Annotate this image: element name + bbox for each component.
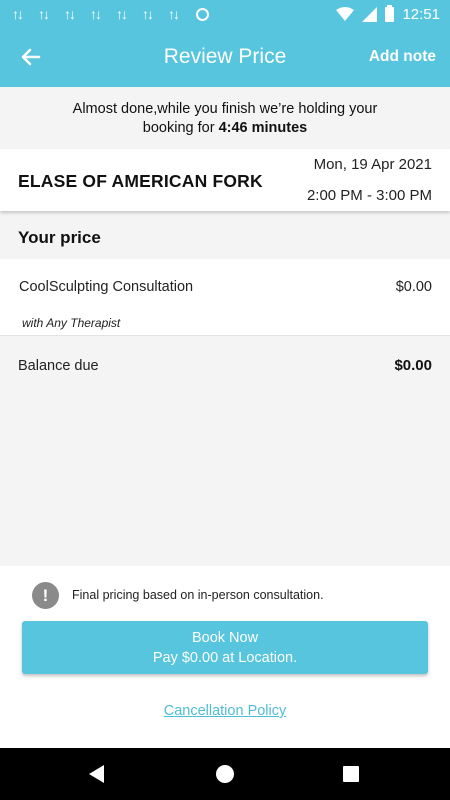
service-price: $0.00 bbox=[395, 279, 432, 295]
service-therapist: with Any Therapist bbox=[22, 316, 121, 330]
checkout-panel: ! Final pricing based on in-person consu… bbox=[0, 566, 450, 748]
pricing-note: Final pricing based on in-person consult… bbox=[72, 588, 324, 602]
nav-recents-icon[interactable] bbox=[343, 766, 359, 782]
balance-label: Balance due bbox=[18, 358, 99, 374]
price-section-title: Your price bbox=[18, 228, 101, 247]
hold-banner: Almost done,while you finish we’re holdi… bbox=[0, 87, 450, 149]
price-section-header: Your price bbox=[0, 218, 450, 259]
service-name: CoolSculpting Consultation bbox=[19, 279, 194, 295]
hold-message-line2: booking for 4:46 minutes bbox=[0, 119, 450, 138]
nav-back-icon[interactable] bbox=[89, 765, 104, 783]
circle-icon bbox=[196, 7, 209, 21]
book-now-label: Book Now bbox=[191, 630, 259, 646]
sync-icon: ↑↓ bbox=[64, 6, 76, 22]
booking-date: Mon, 19 Apr 2021 bbox=[313, 156, 432, 173]
sync-icon: ↑↓ bbox=[12, 6, 24, 22]
clock-time: 12:51 bbox=[402, 5, 440, 23]
hold-message-prefix: booking for bbox=[142, 120, 219, 136]
sync-icon: ↑↓ bbox=[38, 6, 50, 22]
add-note-button[interactable]: Add note bbox=[369, 48, 436, 66]
sync-icon: ↑↓ bbox=[90, 6, 102, 22]
status-bar: ↑↓ ↑↓ ↑↓ ↑↓ ↑↓ ↑↓ ↑↓ 12:51 bbox=[0, 0, 450, 28]
venue-name: ELASE OF AMERICAN FORK bbox=[18, 171, 263, 191]
system-icons: 12:51 bbox=[336, 4, 440, 23]
sync-icon: ↑↓ bbox=[168, 6, 180, 22]
signal-icon bbox=[362, 6, 378, 22]
app-bar: Review Price Add note bbox=[0, 28, 450, 87]
notification-icons: ↑↓ ↑↓ ↑↓ ↑↓ ↑↓ ↑↓ ↑↓ bbox=[12, 6, 209, 22]
hold-countdown: 4:46 minutes bbox=[218, 120, 308, 136]
book-pay-label: Pay $0.00 at Location. bbox=[152, 650, 298, 666]
exclamation-circle-icon: ! bbox=[32, 582, 59, 609]
battery-icon bbox=[385, 4, 395, 22]
sync-icon: ↑↓ bbox=[142, 6, 154, 22]
system-nav-bar bbox=[0, 748, 450, 800]
wifi-icon bbox=[336, 7, 355, 21]
service-row: CoolSculpting Consultation $0.00 with An… bbox=[0, 259, 450, 336]
hold-message-line1: Almost done,while you finish we’re holdi… bbox=[72, 101, 378, 117]
nav-home-icon[interactable] bbox=[216, 765, 234, 783]
book-now-button[interactable]: Book Now Pay $0.00 at Location. bbox=[22, 621, 428, 674]
booking-time: 2:00 PM - 3:00 PM bbox=[306, 187, 432, 204]
balance-row: Balance due $0.00 bbox=[0, 337, 450, 393]
balance-value: $0.00 bbox=[394, 357, 432, 374]
cancellation-policy-link[interactable]: Cancellation Policy bbox=[0, 703, 450, 719]
booking-card: ELASE OF AMERICAN FORK Mon, 19 Apr 2021 … bbox=[0, 149, 450, 211]
sync-icon: ↑↓ bbox=[116, 6, 128, 22]
